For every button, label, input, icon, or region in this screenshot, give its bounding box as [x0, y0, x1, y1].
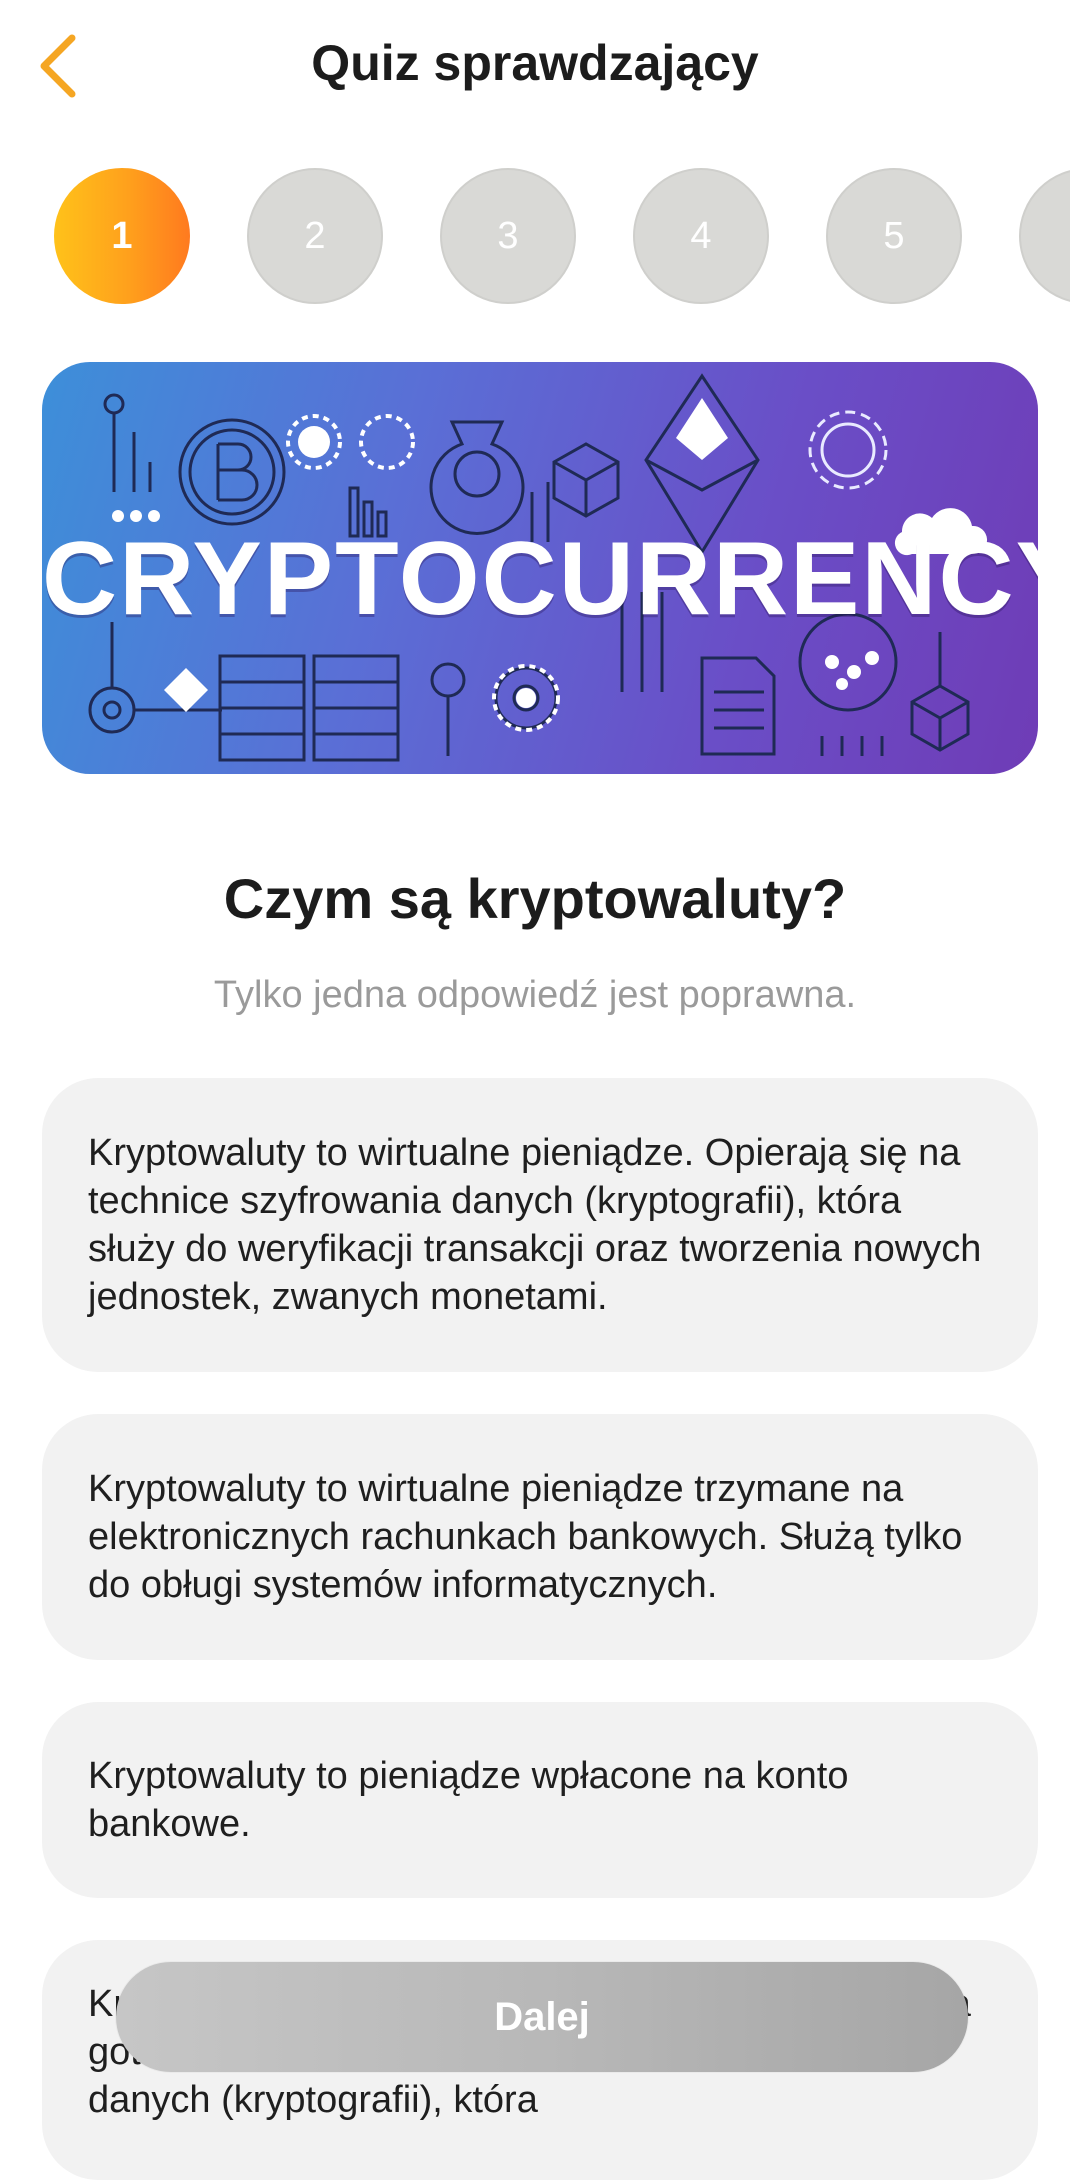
- cryptocurrency-banner-image: CRYPTOCURRENCY: [42, 362, 1038, 774]
- answer-option-2[interactable]: Kryptowaluty to wirtualne pieniądze trzy…: [42, 1414, 1038, 1660]
- step-5[interactable]: 5: [826, 168, 962, 304]
- answer-option-3[interactable]: Kryptowaluty to pieniądze wpłacone na ko…: [42, 1702, 1038, 1898]
- step-3[interactable]: 3: [440, 168, 576, 304]
- question-title: Czym są kryptowaluty?: [223, 867, 847, 930]
- answer-option-label: Kryptowaluty to wirtualne pieniądze trzy…: [88, 1468, 963, 1606]
- next-button[interactable]: Dalej: [116, 1962, 968, 2072]
- banner-word: CRYPTOCURRENCY: [42, 521, 1038, 637]
- step-4[interactable]: 4: [633, 168, 769, 304]
- question-hint: Tylko jedna odpowiedź jest poprawna.: [213, 974, 857, 1016]
- step-6[interactable]: 6: [1019, 168, 1070, 304]
- quiz-step-indicator: 1 2 3 4 5 6: [0, 168, 1070, 308]
- app-header: Quiz sprawdzający: [0, 0, 1070, 130]
- answer-option-label: Kryptowaluty to wirtualne pieniądze. Opi…: [88, 1132, 982, 1318]
- next-button-label: Dalej: [494, 1994, 590, 2039]
- page-title: Quiz sprawdzający: [311, 35, 759, 91]
- answer-option-1[interactable]: Kryptowaluty to wirtualne pieniądze. Opi…: [42, 1078, 1038, 1372]
- step-1[interactable]: 1: [54, 168, 190, 304]
- answer-option-label: Kryptowaluty to pieniądze wpłacone na ko…: [88, 1755, 849, 1845]
- step-2[interactable]: 2: [247, 168, 383, 304]
